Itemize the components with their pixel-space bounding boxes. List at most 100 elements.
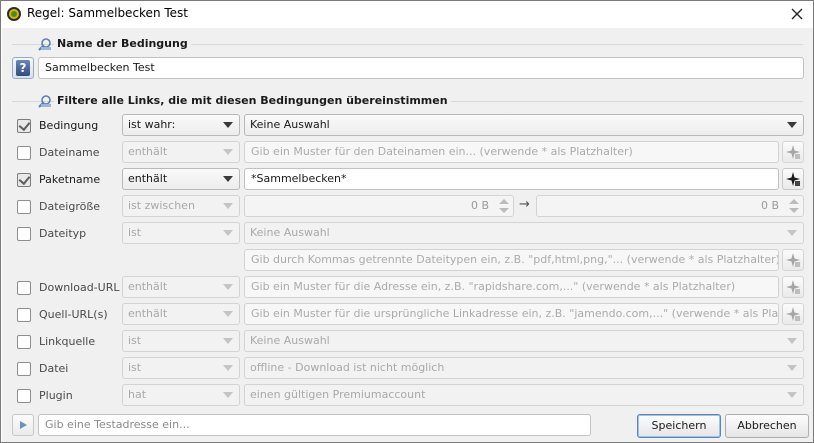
op-dateityp-select[interactable]: ist (122, 222, 240, 244)
label-dateiname: Dateiname (39, 146, 100, 159)
size-max-value: 0 B (760, 199, 779, 212)
dateiname-input[interactable]: Gib ein Muster für den Dateinamen ein...… (244, 141, 779, 163)
window-title: Regel: Sammelbecken Test (27, 6, 188, 20)
dateiname-pattern-button[interactable] (782, 141, 804, 163)
rule-name-input[interactable]: Sammelbecken Test (38, 57, 804, 79)
op-paketname-value: enthält (128, 172, 168, 185)
label-linkquelle: Linkquelle (39, 335, 96, 348)
paketname-input[interactable]: *Sammelbecken* (244, 168, 779, 190)
value-linkquelle-select[interactable]: Keine Auswahl (244, 330, 804, 352)
chevron-down-icon (787, 122, 797, 128)
label-datei: Datei (39, 362, 69, 375)
spinner-arrows-icon[interactable] (789, 198, 799, 214)
op-dateigroesse-value: ist zwischen (128, 199, 195, 212)
label-dateityp: Dateityp (39, 227, 87, 240)
label-quell-url: Quell-URL(s) (39, 308, 108, 321)
op-linkquelle-select[interactable]: ist (122, 330, 240, 352)
value-datei: offline - Download ist nicht möglich (250, 361, 445, 374)
checkbox-download-url[interactable] (17, 281, 31, 295)
value-bedingung: Keine Auswahl (250, 118, 330, 131)
value-plugin-select[interactable]: einen gültigen Premiumaccount (244, 384, 804, 406)
pattern-icon (786, 280, 800, 294)
section-title-filter: Filtere alle Links, die mit diesen Bedin… (54, 94, 451, 107)
value-plugin: einen gültigen Premiumaccount (250, 388, 426, 401)
play-icon (20, 421, 27, 429)
quell-url-pattern-button[interactable] (782, 303, 804, 325)
chevron-down-icon (223, 311, 233, 317)
chevron-down-icon (787, 338, 797, 344)
spinner-arrows-icon[interactable] (499, 198, 509, 214)
checkbox-dateigroesse[interactable] (17, 200, 31, 214)
checkbox-dateityp[interactable] (17, 227, 31, 241)
label-paketname: Paketname (39, 173, 101, 186)
title-bar: Regel: Sammelbecken Test (1, 1, 813, 27)
close-button[interactable] (781, 1, 813, 27)
chevron-down-icon (223, 176, 233, 182)
op-dateigroesse-select[interactable]: ist zwischen (122, 195, 240, 217)
op-dateiname-select[interactable]: enthält (122, 141, 240, 163)
chevron-down-icon (223, 230, 233, 236)
close-icon (791, 8, 803, 20)
checkbox-paketname[interactable] (17, 173, 31, 187)
op-plugin-select[interactable]: hat (122, 384, 240, 406)
paketname-pattern-button[interactable] (782, 168, 804, 190)
dialog-content: Name der Bedingung ? Sammelbecken Test F… (2, 28, 813, 442)
cancel-button[interactable]: Abbrechen (725, 414, 809, 438)
op-dateityp-value: ist (128, 226, 142, 239)
value-datei-select[interactable]: offline - Download ist nicht möglich (244, 357, 804, 379)
help-button[interactable]: ? (12, 57, 34, 79)
dateityp-input[interactable]: Gib durch Kommas getrennte Dateitypen ei… (244, 249, 779, 271)
op-quell-url-select[interactable]: enthält (122, 303, 240, 325)
checkbox-datei[interactable] (17, 362, 31, 376)
test-run-button[interactable] (12, 414, 34, 436)
op-plugin-value: hat (128, 388, 147, 401)
quell-url-input[interactable]: Gib ein Muster für die ursprüngliche Lin… (244, 303, 779, 325)
bottom-bar: Gib eine Testadresse ein... Speichern Ab… (2, 411, 813, 442)
chevron-down-icon (223, 338, 233, 344)
test-url-input[interactable]: Gib eine Testadresse ein... (38, 414, 591, 436)
save-button[interactable]: Speichern (637, 414, 721, 438)
op-datei-value: ist (128, 361, 142, 374)
value-linkquelle: Keine Auswahl (250, 334, 330, 347)
label-plugin: Plugin (39, 389, 73, 402)
op-bedingung-select[interactable]: ist wahr: (122, 114, 240, 136)
chevron-down-icon (223, 122, 233, 128)
chevron-down-icon (223, 392, 233, 398)
checkbox-plugin[interactable] (17, 389, 31, 403)
size-max-spinner[interactable]: 0 B (536, 195, 804, 217)
rule-dialog: Regel: Sammelbecken Test Name der Beding… (0, 0, 814, 443)
value-bedingung-select[interactable]: Keine Auswahl (244, 114, 804, 136)
op-download-url-value: enthält (128, 280, 168, 293)
chevron-down-icon (223, 284, 233, 290)
filter-icon (38, 95, 51, 108)
label-download-url: Download-URL (39, 281, 120, 294)
op-paketname-select[interactable]: enthält (122, 168, 240, 190)
pattern-icon (786, 172, 800, 186)
op-quell-url-value: enthält (128, 307, 168, 320)
chevron-down-icon (223, 149, 233, 155)
dateityp-pattern-button[interactable] (782, 249, 804, 271)
checkbox-linkquelle[interactable] (17, 335, 31, 349)
pattern-icon (786, 253, 800, 267)
section-title-name: Name der Bedingung (54, 37, 191, 50)
value-dateityp-select[interactable]: Keine Auswahl (244, 222, 804, 244)
op-download-url-select[interactable]: enthält (122, 276, 240, 298)
size-min-spinner[interactable]: 0 B (244, 195, 514, 217)
download-url-input[interactable]: Gib ein Muster für die Adresse ein, z.B.… (244, 276, 779, 298)
chevron-down-icon (787, 365, 797, 371)
label-bedingung: Bedingung (39, 119, 99, 132)
filter-icon (38, 38, 51, 51)
checkbox-dateiname[interactable] (17, 146, 31, 160)
value-dateityp: Keine Auswahl (250, 226, 330, 239)
arrow-right-icon: → (519, 197, 530, 212)
help-icon: ? (16, 60, 30, 76)
chevron-down-icon (223, 365, 233, 371)
download-url-pattern-button[interactable] (782, 276, 804, 298)
app-icon (7, 7, 21, 21)
op-datei-select[interactable]: ist (122, 357, 240, 379)
label-dateigroesse: Dateigröße (39, 200, 101, 213)
checkbox-quell-url[interactable] (17, 308, 31, 322)
pattern-icon (786, 145, 800, 159)
chevron-down-icon (787, 230, 797, 236)
checkbox-bedingung[interactable] (17, 119, 31, 133)
